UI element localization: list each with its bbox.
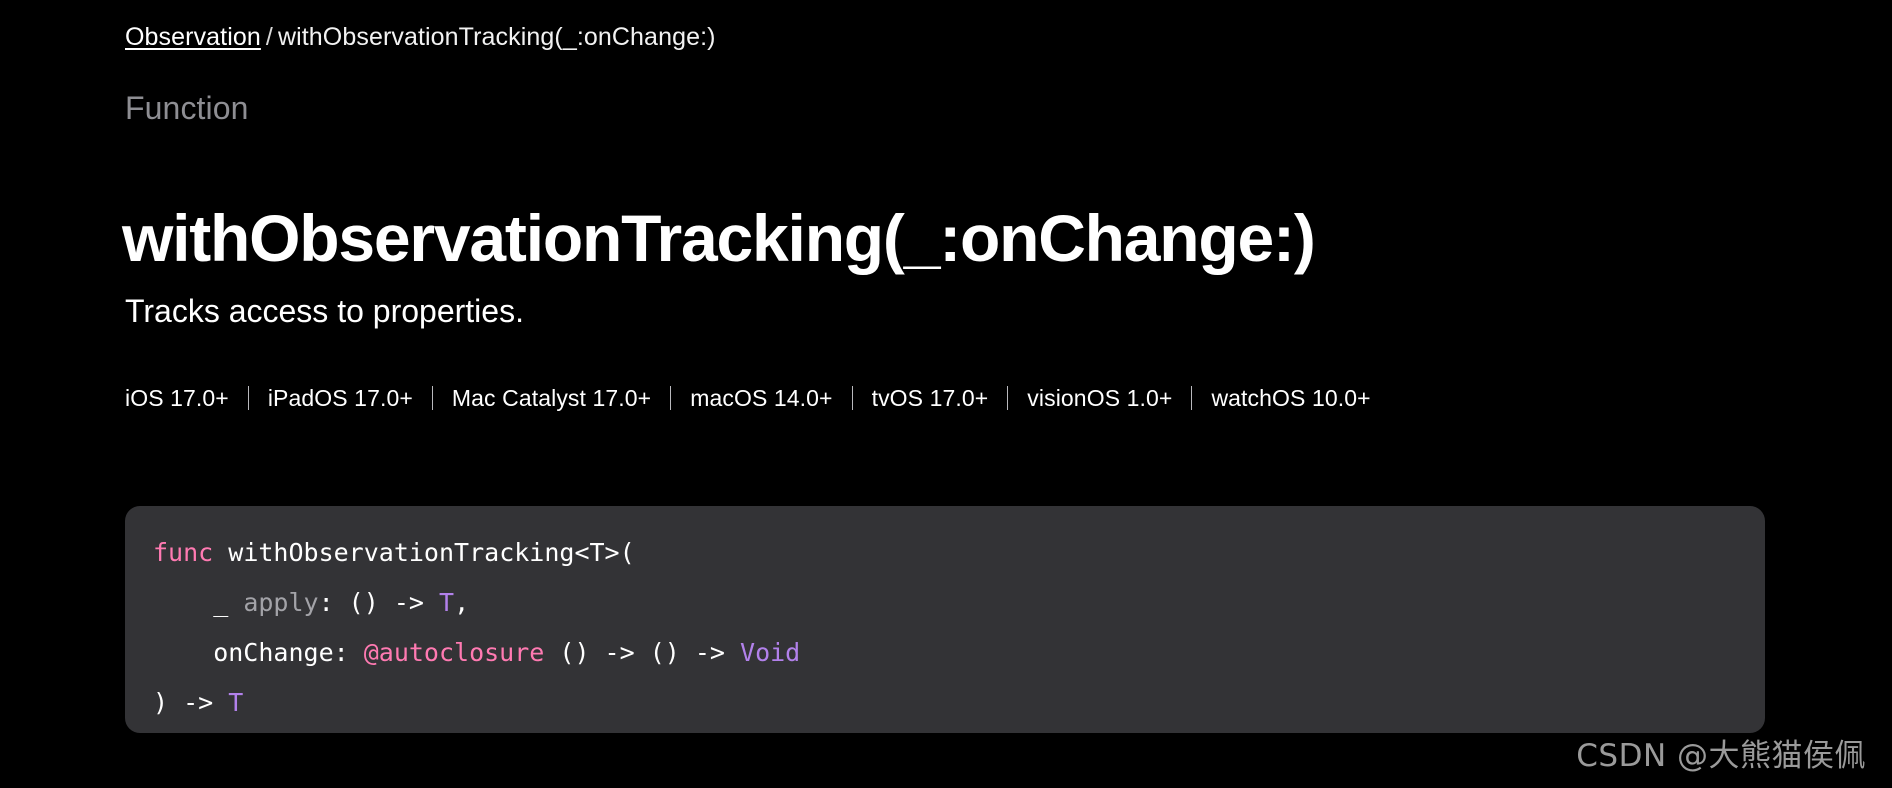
availability-platform: macOS 14.0+ — [690, 385, 833, 411]
availability-separator — [431, 386, 433, 410]
declaration-code-block: func withObservationTracking<T>( _ apply… — [125, 506, 1765, 733]
declaration-source: func withObservationTracking<T>( _ apply… — [153, 528, 1737, 728]
availability-platform: Mac Catalyst 17.0+ — [451, 385, 652, 411]
availability-separator — [851, 386, 853, 410]
availability-platform: iPadOS 17.0+ — [267, 385, 413, 411]
availability-platform: iOS 17.0+ — [125, 385, 229, 411]
availability-separator — [1191, 386, 1193, 410]
code-token-plain: onChange: — [153, 638, 364, 667]
breadcrumb-link-observation[interactable]: Observation — [125, 23, 261, 51]
code-token-plain: , — [454, 588, 470, 617]
code-token-plain: () -> () -> — [544, 638, 741, 667]
availability-platform: visionOS 1.0+ — [1027, 385, 1173, 411]
code-token-type: T — [228, 688, 244, 717]
code-token-param: apply — [243, 588, 319, 617]
code-token-plain: withObservationTracking<T>( — [213, 538, 635, 567]
code-token-plain: _ — [153, 588, 244, 617]
documentation-page: Observation / withObservationTracking(_:on… — [0, 0, 1892, 788]
symbol-kind-eyebrow: Function — [125, 90, 249, 126]
breadcrumb-separator: / — [265, 23, 273, 51]
csdn-watermark: CSDN @大熊猫侯佩 — [1576, 738, 1866, 774]
availability-list: iOS 17.0+ iPadOS 17.0+ Mac Catalyst 17.0+ m… — [125, 383, 1371, 413]
code-token-plain: ) -> — [153, 688, 229, 717]
code-token-type: T — [439, 588, 455, 617]
code-token-type: Void — [740, 638, 801, 667]
symbol-abstract: Tracks access to properties. — [125, 293, 524, 329]
page-title: withObservationTracking(_:onChange:) — [122, 201, 1316, 276]
availability-platform: tvOS 17.0+ — [871, 385, 989, 411]
code-token-plain: : () -> — [318, 588, 439, 617]
availability-separator — [670, 386, 672, 410]
availability-platform: watchOS 10.0+ — [1211, 385, 1371, 411]
code-token-kw: func — [153, 538, 214, 567]
breadcrumb: Observation / withObservationTracking(_:on… — [125, 22, 716, 52]
availability-separator — [247, 386, 249, 410]
availability-separator — [1007, 386, 1009, 410]
breadcrumb-current-page: withObservationTracking(_:onChange:) — [277, 23, 716, 51]
code-token-attr: @autoclosure — [363, 638, 545, 667]
